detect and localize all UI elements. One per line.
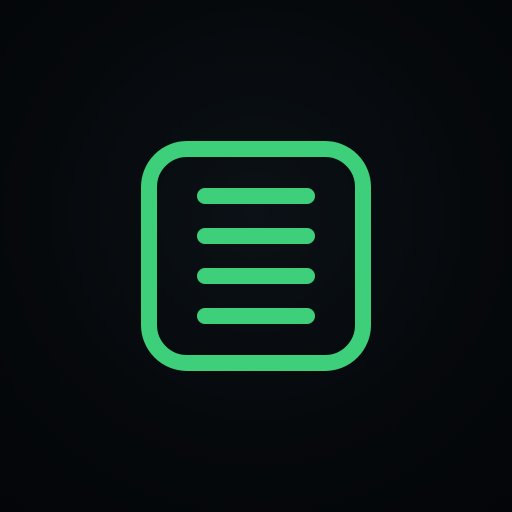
document-lines-icon (0, 0, 512, 512)
app-icon-canvas (0, 0, 512, 512)
icon-frame (141, 141, 371, 371)
document-lines-icon-svg (141, 141, 371, 371)
icon-lines (197, 188, 315, 324)
